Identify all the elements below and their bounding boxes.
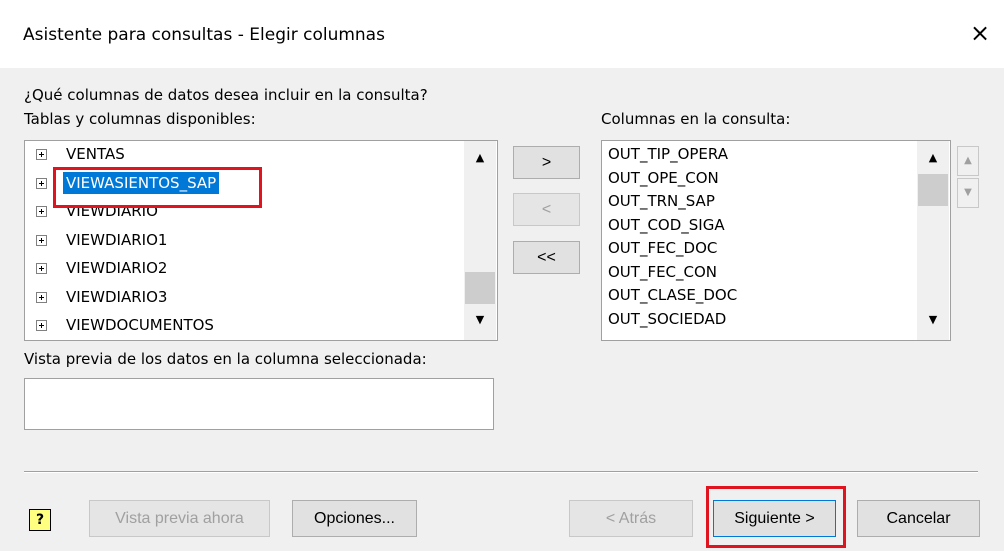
- title-bar: Asistente para consultas - Elegir column…: [0, 0, 1004, 68]
- remove-all-columns-button[interactable]: <<: [513, 241, 580, 274]
- list-item[interactable]: VIEWDIARIO3: [25, 286, 463, 308]
- move-up-button[interactable]: ▲: [957, 146, 979, 176]
- list-item[interactable]: OUT_CLASE_DOC: [608, 284, 737, 306]
- scroll-thumb[interactable]: [918, 174, 948, 206]
- footer-divider: [24, 471, 978, 473]
- list-item-label: VIEWASIENTOS_SAP: [63, 171, 220, 194]
- scroll-down-icon[interactable]: ▼: [917, 313, 949, 326]
- list-item[interactable]: OUT_TRN_SAP: [608, 190, 715, 212]
- close-icon[interactable]: ×: [966, 18, 994, 48]
- expand-icon[interactable]: [36, 320, 47, 331]
- expand-icon[interactable]: [36, 206, 47, 217]
- options-button[interactable]: Opciones...: [292, 500, 417, 537]
- list-item-label: VIEWDIARIO2: [66, 259, 168, 277]
- question-label: ¿Qué columnas de datos desea incluir en …: [24, 86, 428, 104]
- scroll-up-icon[interactable]: ▲: [464, 151, 496, 164]
- list-item[interactable]: OUT_TIP_OPERA: [608, 143, 728, 165]
- query-columns-listbox[interactable]: OUT_TIP_OPERA OUT_OPE_CON OUT_TRN_SAP OUT_C…: [601, 140, 951, 341]
- available-listbox[interactable]: VENTAS VIEWASIENTOS_SAP VIEWDIARIO VIEWDIAR…: [24, 140, 498, 341]
- list-item[interactable]: OUT_OPE_CON: [608, 167, 719, 189]
- available-scrollbar[interactable]: ▲ ▼: [464, 141, 496, 340]
- expand-icon[interactable]: [36, 263, 47, 274]
- available-label: Tablas y columnas disponibles:: [24, 110, 256, 128]
- remove-column-button[interactable]: <: [513, 193, 580, 226]
- dialog-body: ¿Qué columnas de datos desea incluir en …: [0, 68, 1004, 551]
- list-item[interactable]: VIEWDIARIO1: [25, 229, 463, 251]
- list-item-label: VIEWDOCUMENTOS: [66, 316, 214, 334]
- help-icon[interactable]: ?: [29, 509, 51, 531]
- query-scrollbar[interactable]: ▲ ▼: [917, 141, 949, 340]
- scroll-down-icon[interactable]: ▼: [464, 313, 496, 326]
- preview-label: Vista previa de los datos en la columna …: [24, 350, 427, 368]
- preview-field[interactable]: [24, 378, 494, 430]
- expand-icon[interactable]: [36, 149, 47, 160]
- list-item-label: VIEWDIARIO1: [66, 230, 168, 249]
- expand-icon[interactable]: [36, 234, 47, 246]
- list-item-label: VIEWDIARIO3: [66, 287, 168, 306]
- list-item[interactable]: VIEWDIARIO: [25, 200, 463, 222]
- scroll-thumb[interactable]: [465, 272, 495, 304]
- cancel-button[interactable]: Cancelar: [857, 500, 980, 537]
- move-down-button[interactable]: ▼: [957, 178, 979, 208]
- next-button[interactable]: Siguiente >: [713, 500, 836, 537]
- list-item-label: VENTAS: [66, 145, 125, 163]
- list-item[interactable]: VENTAS: [25, 143, 463, 165]
- expand-icon[interactable]: [36, 177, 47, 189]
- scroll-up-icon[interactable]: ▲: [917, 151, 949, 164]
- query-columns-label: Columnas en la consulta:: [601, 110, 791, 128]
- list-item[interactable]: OUT_COD_SIGA: [608, 214, 725, 236]
- move-down-icon: ▼: [964, 187, 972, 198]
- window-title: Asistente para consultas - Elegir column…: [23, 25, 385, 45]
- list-item[interactable]: OUT_SOCIEDAD: [608, 308, 726, 330]
- list-item[interactable]: VIEWASIENTOS_SAP: [25, 171, 463, 194]
- back-button[interactable]: < Atrás: [569, 500, 693, 537]
- move-up-icon: ▲: [964, 155, 972, 166]
- add-column-button[interactable]: >: [513, 146, 580, 179]
- list-item[interactable]: OUT_FEC_DOC: [608, 237, 717, 259]
- list-item[interactable]: VIEWDOCUMENTOS: [25, 314, 463, 336]
- expand-icon[interactable]: [36, 291, 47, 303]
- list-item[interactable]: OUT_FEC_CON: [608, 261, 717, 283]
- list-item[interactable]: VIEWDIARIO2: [25, 257, 463, 279]
- list-item-label: VIEWDIARIO: [66, 202, 158, 220]
- preview-now-button[interactable]: Vista previa ahora: [89, 500, 270, 537]
